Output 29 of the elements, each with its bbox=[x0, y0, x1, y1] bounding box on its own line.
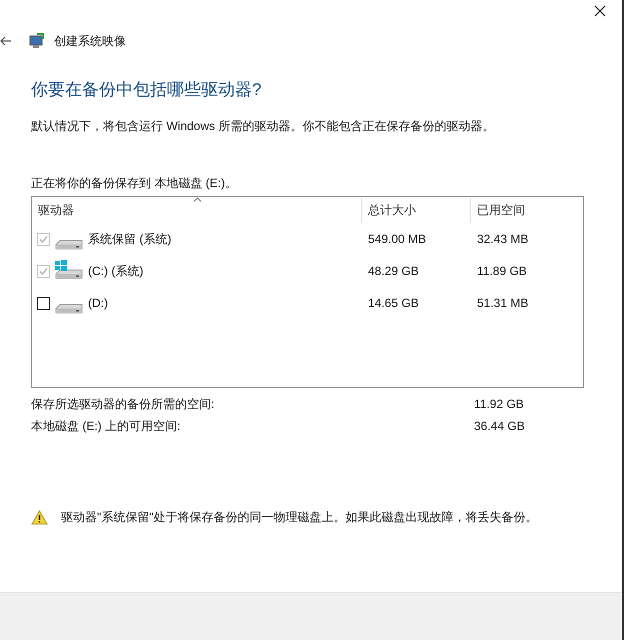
window-title: 创建系统映像 bbox=[54, 33, 126, 50]
size-cell-text: 48.29 GB bbox=[367, 263, 420, 280]
used-cell-text: 51.31 MB bbox=[476, 295, 530, 312]
save-location-text: 正在将你的备份保存到 本地磁盘 (E:)。 bbox=[31, 175, 238, 191]
drive-icon bbox=[55, 240, 83, 250]
column-header[interactable]: 驱动器 bbox=[32, 197, 361, 223]
close-icon bbox=[594, 5, 606, 17]
back-button[interactable] bbox=[0, 34, 14, 48]
summary-value: 36.44 GB bbox=[474, 418, 525, 434]
drive-name: 系统保留 (系统) bbox=[88, 231, 172, 248]
drive-name: (C:) (系统) bbox=[88, 263, 144, 280]
used-cell-text: 11.89 GB bbox=[476, 263, 528, 280]
computer-backup-icon bbox=[28, 32, 45, 50]
size-cell-text: 549.00 MB bbox=[367, 231, 428, 248]
used-cell-text: 32.43 MB bbox=[476, 231, 530, 248]
warning-icon bbox=[31, 510, 48, 524]
windows-drive-icon bbox=[54, 260, 84, 282]
size-cell-text: 14.65 GB bbox=[367, 295, 420, 312]
description-text: 默认情况下，将包含运行 Windows 所需的驱动器。你不能包含正在保存备份的驱动器。 bbox=[31, 118, 496, 134]
page-heading: 你要在备份中包括哪些驱动器? bbox=[31, 79, 262, 101]
column-header[interactable]: 已用空间 bbox=[470, 197, 579, 223]
warning-text: 驱动器"系统保留"处于将保存备份的同一物理磁盘上。如果此磁盘出现故障，将丢失备份。 bbox=[61, 509, 538, 526]
checkbox[interactable] bbox=[37, 296, 50, 310]
drive-name: (D:) bbox=[88, 295, 108, 312]
column-header[interactable]: 总计大小 bbox=[361, 197, 470, 223]
summary-value: 11.92 GB bbox=[474, 396, 524, 412]
summary-label: 保存所选驱动器的备份所需的空间: bbox=[31, 396, 216, 412]
summary-label: 本地磁盘 (E:) 上的可用空间: bbox=[31, 418, 182, 434]
drive-icon bbox=[55, 304, 83, 314]
